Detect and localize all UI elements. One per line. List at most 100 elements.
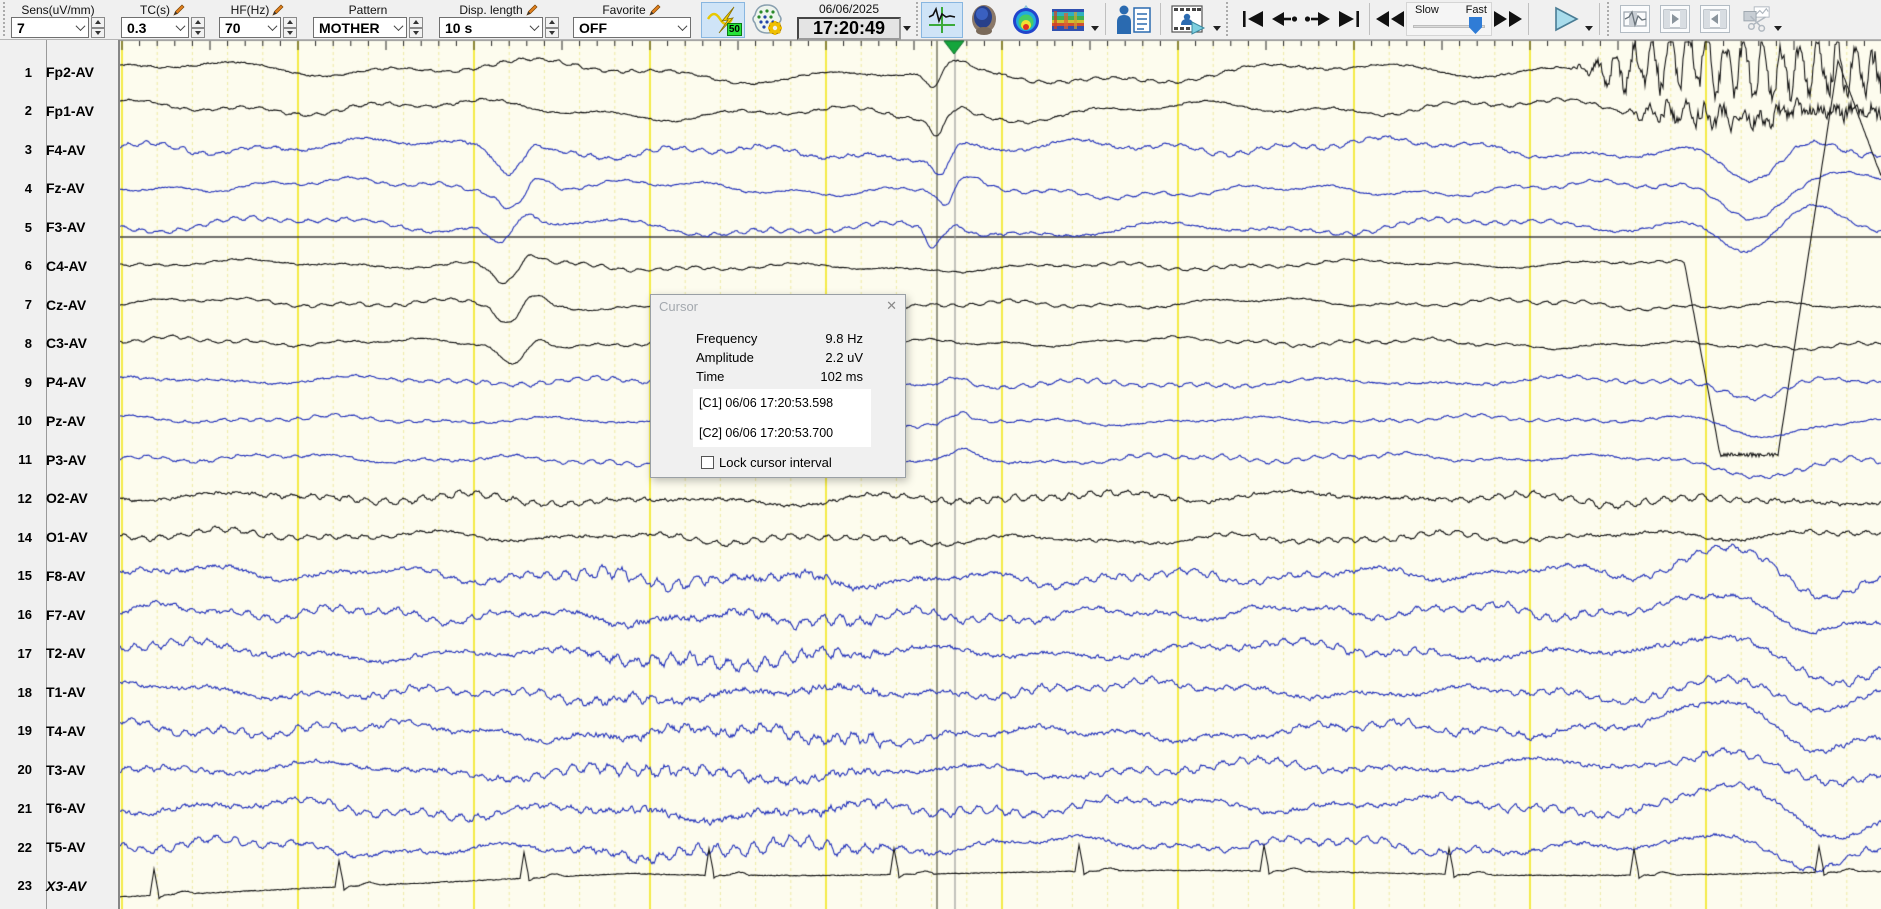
page-forward-icon bbox=[1304, 12, 1330, 26]
pencil-icon[interactable] bbox=[173, 3, 186, 16]
patient-info-button[interactable] bbox=[1110, 2, 1156, 38]
channel-number: 1 bbox=[0, 65, 40, 80]
pattern-combo[interactable]: MOTHER bbox=[313, 17, 407, 38]
channel-row[interactable]: 15F8-AV bbox=[0, 566, 120, 586]
channel-label: F4-AV bbox=[40, 142, 85, 158]
channel-row[interactable]: 10Pz-AV bbox=[0, 411, 120, 431]
channel-row[interactable]: 17T2-AV bbox=[0, 643, 120, 663]
disp-length-combo[interactable]: 10 s bbox=[439, 17, 543, 38]
lock-cursor-checkbox[interactable] bbox=[701, 456, 714, 469]
channel-row[interactable]: 20T3-AV bbox=[0, 760, 120, 780]
spin-up-icon[interactable] bbox=[191, 17, 205, 28]
view-dropdown-arrow-icon[interactable] bbox=[1091, 26, 1099, 31]
hf-spinner[interactable] bbox=[283, 17, 297, 38]
channel-row[interactable]: 5F3-AV bbox=[0, 217, 120, 237]
sens-value: 7 bbox=[12, 20, 72, 36]
tc-value: 0.3 bbox=[122, 20, 172, 36]
spin-up-icon[interactable] bbox=[283, 17, 297, 28]
channel-label: T2-AV bbox=[40, 645, 85, 661]
head-3d-map-button[interactable] bbox=[963, 2, 1005, 38]
chevron-down-icon bbox=[172, 24, 188, 31]
channel-row[interactable]: 3F4-AV bbox=[0, 140, 120, 160]
close-icon[interactable]: ✕ bbox=[886, 298, 897, 314]
page-back-button[interactable] bbox=[1269, 3, 1301, 35]
channel-number: 2 bbox=[0, 103, 40, 118]
spin-down-icon[interactable] bbox=[191, 28, 205, 39]
pattern-spinner[interactable] bbox=[409, 17, 423, 38]
play-button[interactable] bbox=[1549, 3, 1583, 35]
channel-label: P4-AV bbox=[40, 374, 86, 390]
channel-label-panel: 1Fp2-AV 2Fp1-AV 3F4-AV 4Fz-AV 5F3-AV 6C4-AV 7C… bbox=[0, 40, 120, 909]
tc-spinner[interactable] bbox=[191, 17, 205, 38]
clip-reverse-button[interactable] bbox=[1700, 5, 1730, 33]
waveform-view-button[interactable] bbox=[921, 2, 963, 38]
channel-row[interactable]: 14O1-AV bbox=[0, 527, 120, 547]
channel-row[interactable]: 4Fz-AV bbox=[0, 178, 120, 198]
channel-row[interactable]: 19T4-AV bbox=[0, 721, 120, 741]
channel-row[interactable]: 16F7-AV bbox=[0, 605, 120, 625]
channel-row[interactable]: 1Fp2-AV bbox=[0, 62, 120, 82]
toolbar-drag-handle[interactable] bbox=[1, 2, 7, 38]
channel-row[interactable]: 22T5-AV bbox=[0, 837, 120, 857]
channel-row[interactable]: 6C4-AV bbox=[0, 256, 120, 276]
spin-down-icon[interactable] bbox=[283, 28, 297, 39]
clip-dropdown-arrow-icon[interactable] bbox=[1774, 26, 1782, 31]
dsa-trend-button[interactable] bbox=[1047, 2, 1089, 38]
disp-length-spinner[interactable] bbox=[545, 17, 559, 38]
channel-row[interactable]: 11P3-AV bbox=[0, 450, 120, 470]
topo-map-button[interactable] bbox=[1005, 2, 1047, 38]
channel-number: 14 bbox=[0, 530, 40, 545]
channel-label: Fp1-AV bbox=[40, 103, 94, 119]
slider-thumb[interactable] bbox=[1469, 17, 1482, 34]
pencil-icon[interactable] bbox=[526, 3, 539, 16]
favorite-combo[interactable]: OFF bbox=[573, 17, 691, 38]
page-forward-button[interactable] bbox=[1301, 3, 1333, 35]
channel-row[interactable]: 9P4-AV bbox=[0, 372, 120, 392]
electrode-map-button[interactable] bbox=[745, 2, 789, 38]
rewind-button[interactable] bbox=[1374, 3, 1406, 35]
video-dropdown-arrow-icon[interactable] bbox=[1213, 26, 1221, 31]
frequency-label: Frequency bbox=[696, 331, 757, 348]
clip-wave-button[interactable] bbox=[1620, 5, 1650, 33]
channel-row[interactable]: 23X3-AV bbox=[0, 876, 120, 896]
channel-row[interactable]: 7Cz-AV bbox=[0, 295, 120, 315]
channel-number: 5 bbox=[0, 220, 40, 235]
pencil-icon[interactable] bbox=[272, 3, 285, 16]
time-dropdown-arrow-icon[interactable] bbox=[903, 26, 911, 31]
cursor-dialog: Cursor ✕ Frequency 9.8 Hz Amplitude 2.2 … bbox=[650, 294, 906, 478]
fast-forward-button[interactable] bbox=[1492, 3, 1524, 35]
play-dropdown-arrow-icon[interactable] bbox=[1585, 26, 1593, 31]
notch-50-badge: 50 bbox=[727, 23, 742, 36]
pencil-icon[interactable] bbox=[649, 3, 662, 16]
favorite-group: Favorite OFF bbox=[573, 2, 691, 38]
spin-up-icon[interactable] bbox=[91, 17, 105, 28]
time-display[interactable]: 17:20:49 bbox=[797, 17, 901, 40]
spin-down-icon[interactable] bbox=[91, 28, 105, 39]
clip-play-button[interactable] bbox=[1660, 5, 1690, 33]
spin-up-icon[interactable] bbox=[409, 17, 423, 28]
speed-slider[interactable]: Slow Fast bbox=[1406, 2, 1492, 36]
toolbar: Sens(uV/mm) 7 TC(s) 0.3 bbox=[0, 0, 1881, 40]
spin-down-icon[interactable] bbox=[409, 28, 423, 39]
channel-row[interactable]: 21T6-AV bbox=[0, 798, 120, 818]
channel-number: 10 bbox=[0, 413, 40, 428]
tc-combo[interactable]: 0.3 bbox=[121, 17, 189, 38]
amplitude-label: Amplitude bbox=[696, 350, 754, 367]
channel-row[interactable]: 2Fp1-AV bbox=[0, 101, 120, 121]
toolbar-separator bbox=[1105, 3, 1106, 35]
channel-row[interactable]: 12O2-AV bbox=[0, 488, 120, 508]
channel-row[interactable]: 8C3-AV bbox=[0, 333, 120, 353]
skip-to-end-button[interactable] bbox=[1333, 3, 1365, 35]
skip-to-start-button[interactable] bbox=[1237, 3, 1269, 35]
sens-spinner[interactable] bbox=[91, 17, 105, 38]
video-button[interactable] bbox=[1165, 2, 1211, 38]
eeg-trace-area[interactable] bbox=[120, 40, 1881, 909]
clip-cut-button[interactable] bbox=[1742, 5, 1772, 33]
spin-down-icon[interactable] bbox=[545, 28, 559, 39]
notch-filter-button[interactable]: 50 bbox=[701, 2, 745, 38]
hf-combo[interactable]: 70 bbox=[219, 17, 281, 38]
sens-combo[interactable]: 7 bbox=[11, 17, 89, 38]
chevron-down-icon bbox=[264, 24, 280, 31]
channel-row[interactable]: 18T1-AV bbox=[0, 682, 120, 702]
spin-up-icon[interactable] bbox=[545, 17, 559, 28]
